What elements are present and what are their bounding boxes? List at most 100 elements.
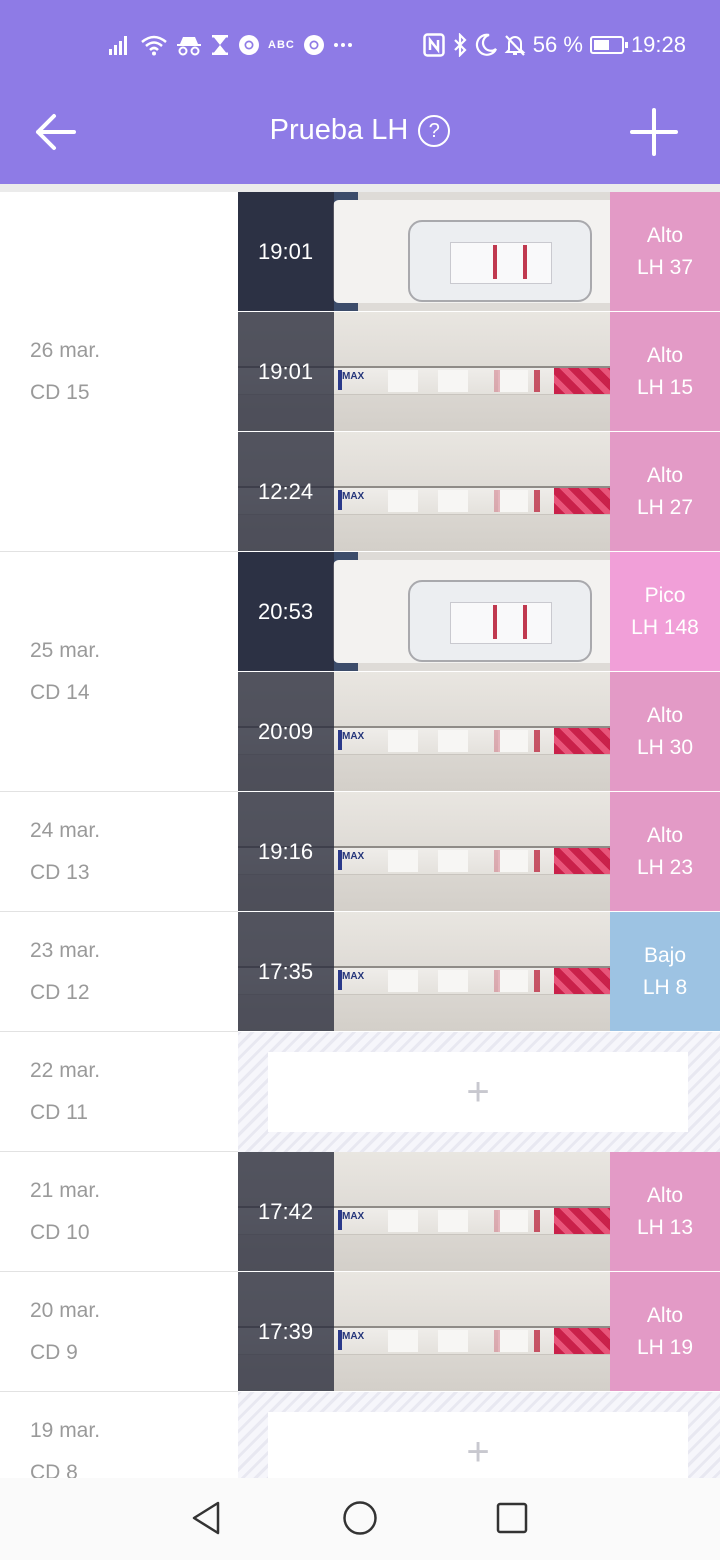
page-title: Prueba LH	[269, 114, 409, 146]
strip-handle	[554, 368, 610, 394]
test-line	[534, 370, 540, 392]
result-lh-value: LH 13	[636, 1215, 694, 1239]
top-bar: ABC 56 % 19:28 Prueba LH ?	[0, 0, 720, 184]
control-line	[494, 490, 500, 512]
result-badge: Alto LH 27	[610, 432, 720, 551]
cycle-day: CD 11	[30, 1101, 88, 1124]
strip-handle	[554, 728, 610, 754]
control-line	[494, 970, 500, 992]
test-time: 20:53	[258, 598, 314, 624]
test-photo: MAX 19:01	[238, 312, 610, 431]
strip-max-label: MAX	[342, 1331, 365, 1342]
test-entry[interactable]: 20:53 Pico LH 148	[238, 552, 720, 672]
add-test-button[interactable]	[628, 106, 680, 158]
chrome-icon	[238, 34, 260, 56]
test-entry[interactable]: MAX 17:39 Alto LH 19	[238, 1272, 720, 1392]
test-time: 17:39	[258, 1318, 314, 1344]
strip-window	[438, 970, 468, 992]
strip-handle	[554, 1208, 610, 1234]
strip-window	[438, 1330, 468, 1352]
test-entry[interactable]: MAX 12:24 Alto LH 27	[238, 432, 720, 552]
test-photo: MAX 12:24	[238, 432, 610, 551]
day-group: 21 mar. CD 10 MAX 17:42 Alto LH 13	[0, 1152, 720, 1272]
cassette-line	[493, 245, 497, 279]
control-line	[494, 850, 500, 872]
help-icon[interactable]: ?	[418, 115, 451, 147]
status-right-icons: 56 % 19:28	[423, 28, 686, 62]
add-entry-button[interactable]: +	[268, 1412, 688, 1478]
result-badge: Alto LH 23	[610, 792, 720, 911]
header-separator	[0, 184, 720, 192]
day-group: 23 mar. CD 12 MAX 17:35 Bajo LH 8	[0, 912, 720, 1032]
strip-window	[388, 370, 418, 392]
day-date: 24 mar.	[30, 819, 101, 842]
day-group: 19 mar. CD 8 +	[0, 1392, 720, 1478]
status-left-icons: ABC	[108, 28, 353, 62]
strip-max-label: MAX	[342, 371, 365, 382]
test-entry[interactable]: MAX 19:01 Alto LH 15	[238, 312, 720, 432]
empty-day-cell: +	[238, 1032, 720, 1152]
plus-icon	[630, 108, 678, 156]
strip-max-label: MAX	[342, 971, 365, 982]
chrome-icon	[303, 34, 325, 56]
result-lh-value: LH 148	[631, 615, 699, 639]
strip-window	[438, 490, 468, 512]
test-entry[interactable]: MAX 17:35 Bajo LH 8	[238, 912, 720, 1032]
result-status: Alto	[646, 703, 684, 727]
test-photo: 20:53	[238, 552, 610, 671]
cycle-day: CD 9	[30, 1341, 78, 1364]
cassette-slot	[450, 242, 552, 284]
test-line	[534, 970, 540, 992]
result-lh-value: LH 37	[636, 255, 694, 279]
test-entry[interactable]: MAX 17:42 Alto LH 13	[238, 1152, 720, 1272]
strip-handle	[554, 1328, 610, 1354]
result-lh-value: LH 30	[636, 735, 694, 759]
control-line	[494, 1330, 500, 1352]
back-nav-icon[interactable]	[186, 1498, 226, 1538]
strip-window	[388, 1330, 418, 1352]
test-line	[534, 850, 540, 872]
bluetooth-icon	[452, 33, 468, 57]
app-bar: Prueba LH?	[0, 88, 720, 184]
result-badge: Pico LH 148	[610, 552, 720, 671]
day-group: 25 mar. CD 14 20:53 Pico LH 148 MAX 20:09 Alto L…	[0, 552, 720, 792]
result-lh-value: LH 23	[636, 855, 694, 879]
more-icon	[333, 34, 353, 56]
cassette-window	[408, 220, 592, 302]
strip-handle	[554, 968, 610, 994]
control-line	[494, 1210, 500, 1232]
strip-max-label: MAX	[342, 491, 365, 502]
strip-window	[438, 850, 468, 872]
test-time: 17:42	[258, 1198, 314, 1224]
result-badge: Alto LH 37	[610, 192, 720, 311]
cycle-day: CD 8	[30, 1461, 78, 1478]
strip-window	[388, 730, 418, 752]
day-date: 21 mar.	[30, 1179, 101, 1202]
abc-icon: ABC	[268, 39, 295, 51]
recents-nav-icon[interactable]	[492, 1498, 532, 1538]
day-date: 19 mar.	[30, 1419, 101, 1442]
day-group: 24 mar. CD 13 MAX 19:16 Alto LH 23	[0, 792, 720, 912]
system-nav-bar	[0, 1478, 720, 1560]
strip-window	[498, 490, 528, 512]
test-line	[534, 730, 540, 752]
lh-test-list: 26 mar. CD 15 19:01 Alto LH 37 MAX 19:01 Alto LH…	[0, 192, 720, 1478]
add-entry-button[interactable]: +	[268, 1052, 688, 1132]
result-lh-value: LH 8	[642, 975, 688, 999]
test-time: 20:09	[258, 718, 314, 744]
result-status: Alto	[646, 1183, 684, 1207]
test-entry[interactable]: MAX 20:09 Alto LH 30	[238, 672, 720, 792]
strip-window	[498, 1210, 528, 1232]
result-lh-value: LH 27	[636, 495, 694, 519]
result-status: Alto	[646, 463, 684, 487]
test-entry[interactable]: MAX 19:16 Alto LH 23	[238, 792, 720, 912]
result-status: Alto	[646, 1303, 684, 1327]
day-date: 26 mar.	[30, 339, 101, 362]
home-nav-icon[interactable]	[340, 1498, 380, 1538]
status-bar: ABC 56 % 19:28	[0, 0, 720, 88]
test-line	[534, 1210, 540, 1232]
hourglass-icon	[210, 34, 230, 56]
test-line	[534, 490, 540, 512]
test-entry[interactable]: 19:01 Alto LH 37	[238, 192, 720, 312]
strip-max-label: MAX	[342, 731, 365, 742]
